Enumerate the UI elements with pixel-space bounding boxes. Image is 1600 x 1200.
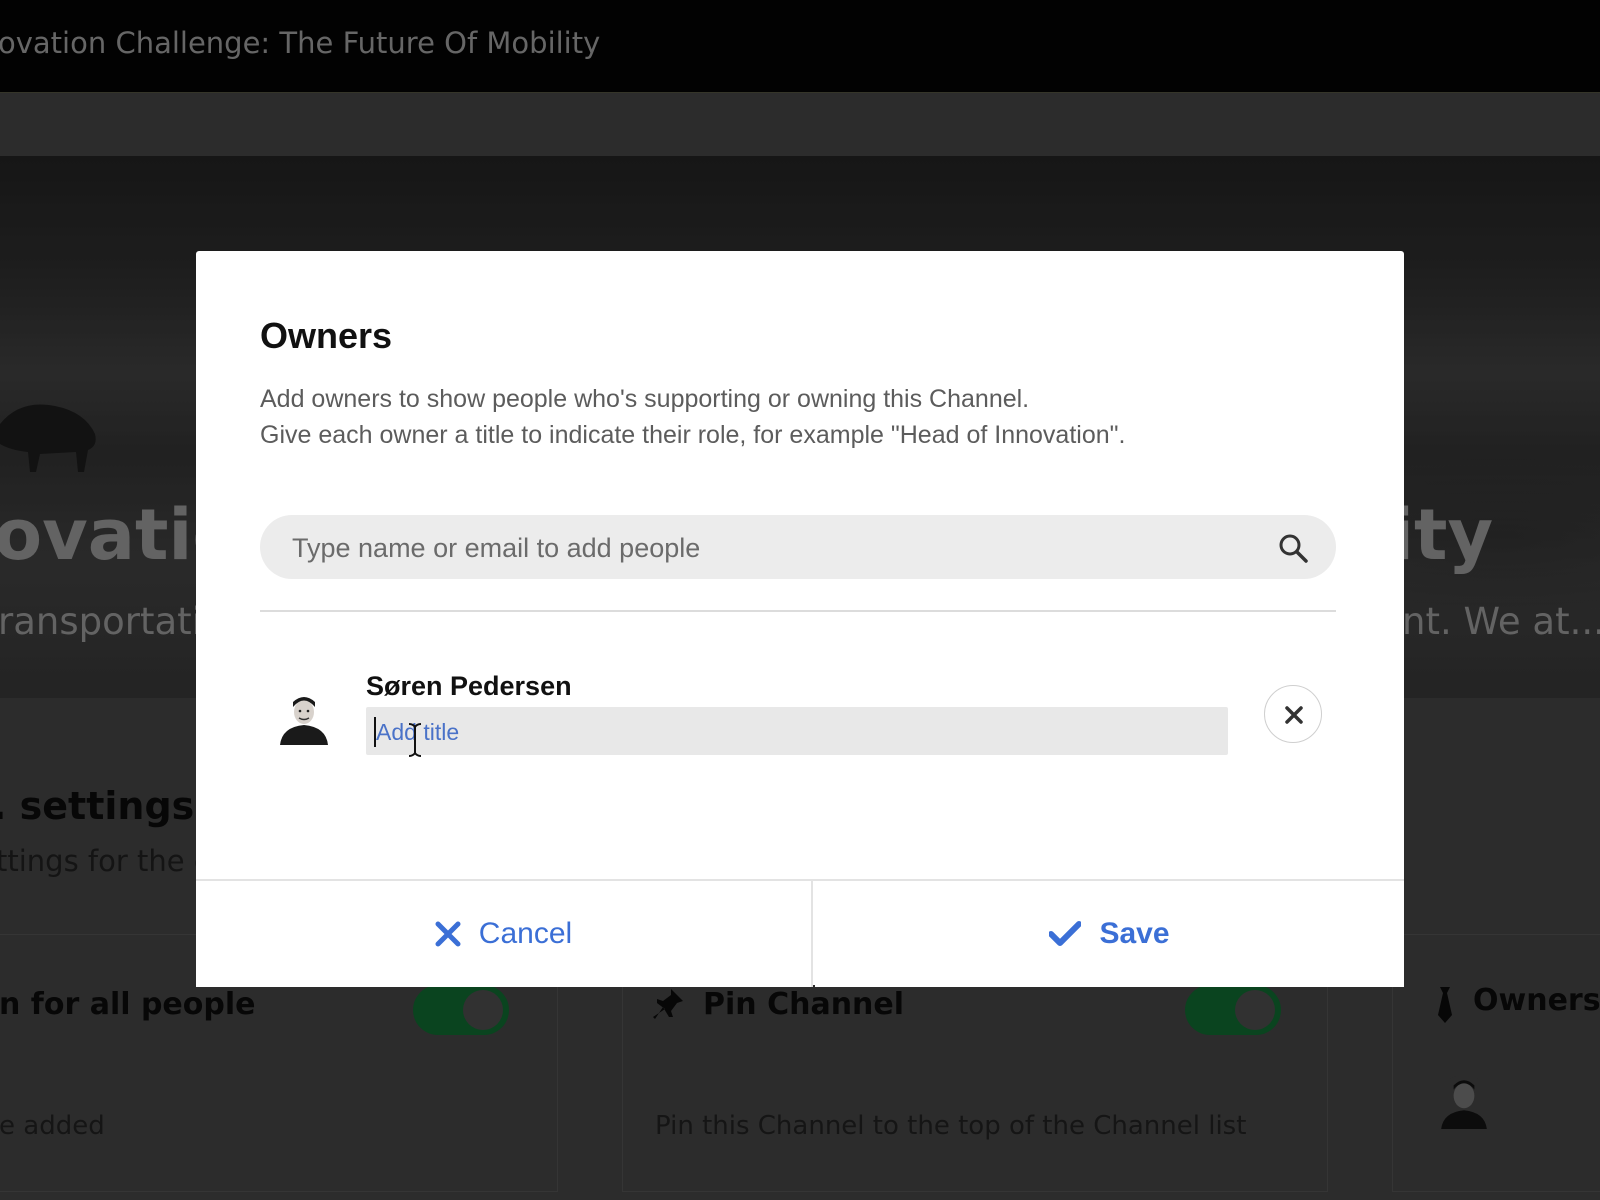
text-cursor-icon (408, 723, 422, 757)
divider (260, 610, 1336, 612)
close-icon (1285, 706, 1303, 724)
save-label: Save (1099, 917, 1170, 950)
owner-list-item: Søren Pedersen (260, 671, 1336, 771)
people-search (260, 515, 1336, 581)
dialog-description: Add owners to show people who's supporti… (260, 381, 1125, 453)
checkmark-icon (1049, 921, 1082, 946)
description-line-2: Give each owner a title to indicate thei… (260, 421, 1126, 449)
owner-title-input[interactable] (374, 707, 1218, 757)
save-button[interactable]: Save (815, 881, 1404, 987)
dialog-footer: Cancel Save (196, 879, 1404, 987)
avatar (278, 693, 330, 745)
description-line-1: Add owners to show people who's supporti… (260, 385, 1030, 413)
remove-owner-button[interactable] (1264, 685, 1322, 743)
search-icon[interactable] (1278, 533, 1308, 563)
people-search-input[interactable] (290, 515, 1254, 581)
owner-title-field (366, 707, 1228, 757)
owners-dialog: Owners Add owners to show people who's s… (196, 251, 1404, 987)
close-icon (435, 921, 461, 947)
cancel-label: Cancel (478, 917, 573, 950)
text-caret (374, 717, 376, 747)
cancel-button[interactable]: Cancel (196, 881, 813, 987)
dialog-title: Owners (260, 315, 393, 356)
owner-name: Søren Pedersen (366, 671, 572, 701)
